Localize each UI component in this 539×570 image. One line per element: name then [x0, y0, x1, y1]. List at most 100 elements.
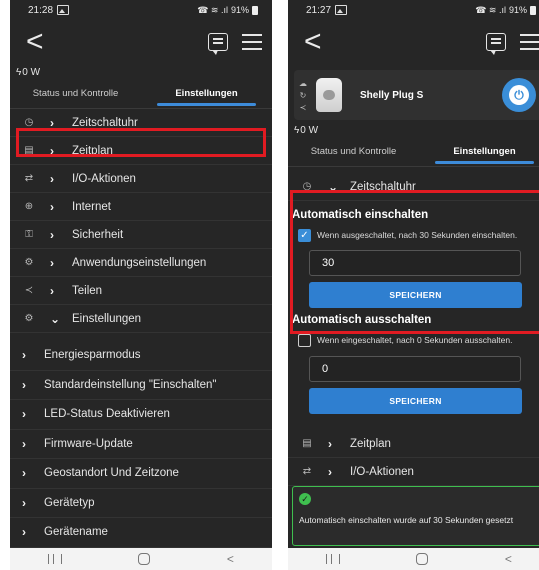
menu-item-label: Zeitschaltuhr [72, 116, 138, 129]
menu-item-label: Sicherheit [72, 228, 124, 241]
menu-item-icon: ▤ [302, 438, 312, 449]
app-toolbar: < [288, 20, 539, 64]
battery-level: 91% [508, 5, 527, 15]
chevron-right-icon: › [22, 407, 26, 422]
feedback-icon[interactable] [486, 33, 506, 55]
submenu-item-firmware-update[interactable]: › Firmware-Update [10, 430, 272, 459]
chevron-right-icon: › [328, 464, 332, 479]
tab-bar: Status und Kontrolle Einstellungen [10, 80, 272, 109]
status-bar: 21:28 ☎ ≋ .ıl 91% [10, 0, 272, 20]
menu-icon[interactable] [520, 41, 539, 43]
menu-item-zeitplan[interactable]: ▤ › Zeitplan [288, 430, 539, 458]
plug-image [316, 78, 342, 112]
menu-item-icon: ⚙ [24, 257, 34, 268]
android-nav-bar: < [10, 548, 272, 570]
menu-item-teilen[interactable]: ≺ › Teilen [10, 277, 272, 305]
chevron-right-icon: › [50, 227, 54, 242]
settings-submenu: › Energiesparmodus › Standardeinstellung "E… [10, 341, 272, 548]
status-bar: 21:27 ☎ ≋ .ıl 91% [288, 0, 539, 20]
menu-item-label: I/O-Aktionen [350, 465, 414, 478]
chevron-right-icon: › [22, 377, 26, 392]
menu-item-einstellungen[interactable]: ⚙ ⌄ Einstellungen [10, 305, 272, 333]
back-arrow-icon[interactable]: < [26, 27, 44, 57]
menu-item-label: Teilen [72, 284, 103, 297]
menu-item-sicherheit[interactable]: ⚿ › Sicherheit [10, 221, 272, 249]
signal-icons: ☎ ≋ .ıl [475, 4, 506, 15]
back-nav-icon[interactable]: < [505, 552, 512, 566]
submenu-item-label: Gerätetyp [44, 496, 95, 509]
submenu-item-gerätetyp[interactable]: › Gerätetyp [10, 489, 272, 518]
signal-icons: ☎ ≋ .ıl [197, 4, 228, 15]
submenu-item-led-status-deaktivieren[interactable]: › LED-Status Deaktivieren [10, 400, 272, 430]
chevron-right-icon: › [50, 283, 54, 298]
check-circle-icon: ✓ [299, 493, 311, 505]
chevron-right-icon: › [22, 466, 26, 481]
menu-item-icon: ⇄ [24, 173, 34, 184]
menu-item-i-o-aktionen[interactable]: ⇄ › I/O-Aktionen [288, 458, 539, 486]
menu-item-icon: ⊕ [24, 201, 34, 212]
battery-level: 91% [230, 5, 249, 15]
tab-bar: Status und Kontrolle Einstellungen [288, 138, 539, 167]
tab-status[interactable]: Status und Kontrolle [288, 138, 419, 166]
menu-item-icon: ⇄ [302, 466, 312, 477]
menu-item-icon: ≺ [24, 285, 34, 296]
menu-item-label: Internet [72, 200, 111, 213]
submenu-item-standardeinstellung-einschalten[interactable]: › Standardeinstellung "Einschalten" [10, 371, 272, 400]
bolt-icon: ϟ [294, 124, 300, 136]
tab-settings[interactable]: Einstellungen [419, 138, 539, 166]
device-card: ☁ ↻ ≺ Shelly Plug S ⏻ [294, 70, 539, 120]
menu-item-label: I/O-Aktionen [72, 172, 136, 185]
auto-off-save-button[interactable]: SPEICHERN [309, 388, 522, 414]
home-icon[interactable] [138, 553, 151, 565]
menu-item-label: Einstellungen [72, 312, 142, 325]
power-toggle-button[interactable]: ⏻ [502, 78, 536, 112]
power-readout: ϟ0 W [16, 66, 41, 78]
cloud-icon: ☁ [299, 78, 307, 88]
feedback-icon[interactable] [208, 33, 228, 55]
menu-item-internet[interactable]: ⊕ › Internet [10, 193, 272, 221]
submenu-item-label: Standardeinstellung "Einschalten" [44, 378, 217, 391]
chevron-right-icon: › [50, 171, 54, 186]
success-toast: ✓ Automatisch einschalten wurde auf 30 S… [292, 486, 539, 546]
app-toolbar: < [10, 20, 272, 64]
battery-icon [252, 5, 258, 15]
clock: 21:27 [306, 4, 332, 16]
left-phone-screen: 21:28 ☎ ≋ .ıl 91% < ϟ0 W Status und Kont… [10, 0, 272, 570]
tab-status[interactable]: Status und Kontrolle [10, 80, 141, 108]
menu-icon[interactable] [242, 41, 262, 43]
auto-off-checkbox-label: Wenn eingeschaltet, nach 0 Sekunden auss… [317, 335, 513, 345]
chevron-right-icon: › [22, 436, 26, 451]
submenu-item-energiesparmodus[interactable]: › Energiesparmodus [10, 341, 272, 371]
auto-off-seconds-input[interactable]: 0 [309, 356, 521, 382]
back-nav-icon[interactable]: < [227, 552, 234, 566]
chevron-right-icon: › [50, 199, 54, 214]
battery-icon [530, 5, 536, 15]
settings-menu-below: ▤ › Zeitplan ⇄ › I/O-Aktionen [288, 430, 539, 486]
chevron-right-icon: › [50, 255, 54, 270]
submenu-item-geostandort-und-zeitzone[interactable]: › Geostandort Und Zeitzone [10, 459, 272, 489]
share-icon[interactable]: ≺ [300, 103, 307, 112]
chevron-right-icon: › [22, 348, 26, 363]
image-notification-icon [57, 5, 70, 15]
chevron-down-icon: ⌄ [50, 311, 61, 326]
clock: 21:28 [28, 4, 54, 16]
right-phone-screen: 21:27 ☎ ≋ .ıl 91% < ☁ ↻ ≺ Shelly Plug S … [288, 0, 539, 570]
menu-item-anwendungseinstellungen[interactable]: ⚙ › Anwendungseinstellungen [10, 249, 272, 277]
submenu-item-gerätename[interactable]: › Gerätename [10, 518, 272, 548]
home-icon[interactable] [416, 553, 429, 565]
submenu-item-label: Gerätename [44, 526, 108, 539]
tab-settings[interactable]: Einstellungen [141, 80, 272, 108]
bolt-icon: ϟ [16, 66, 22, 78]
recent-apps-icon[interactable] [48, 554, 63, 564]
back-arrow-icon[interactable]: < [304, 27, 322, 57]
submenu-item-label: Energiesparmodus [44, 349, 141, 362]
menu-item-i-o-aktionen[interactable]: ⇄ › I/O-Aktionen [10, 165, 272, 193]
refresh-icon[interactable]: ↻ [300, 91, 307, 100]
power-icon: ⏻ [509, 85, 529, 105]
chevron-right-icon: › [328, 436, 332, 451]
chevron-right-icon: › [22, 525, 26, 540]
recent-apps-icon[interactable] [326, 554, 341, 564]
toast-message: Automatisch einschalten wurde auf 30 Sek… [299, 515, 514, 525]
checkbox-unchecked[interactable] [298, 333, 311, 347]
menu-item-icon: ⚿ [25, 229, 33, 240]
